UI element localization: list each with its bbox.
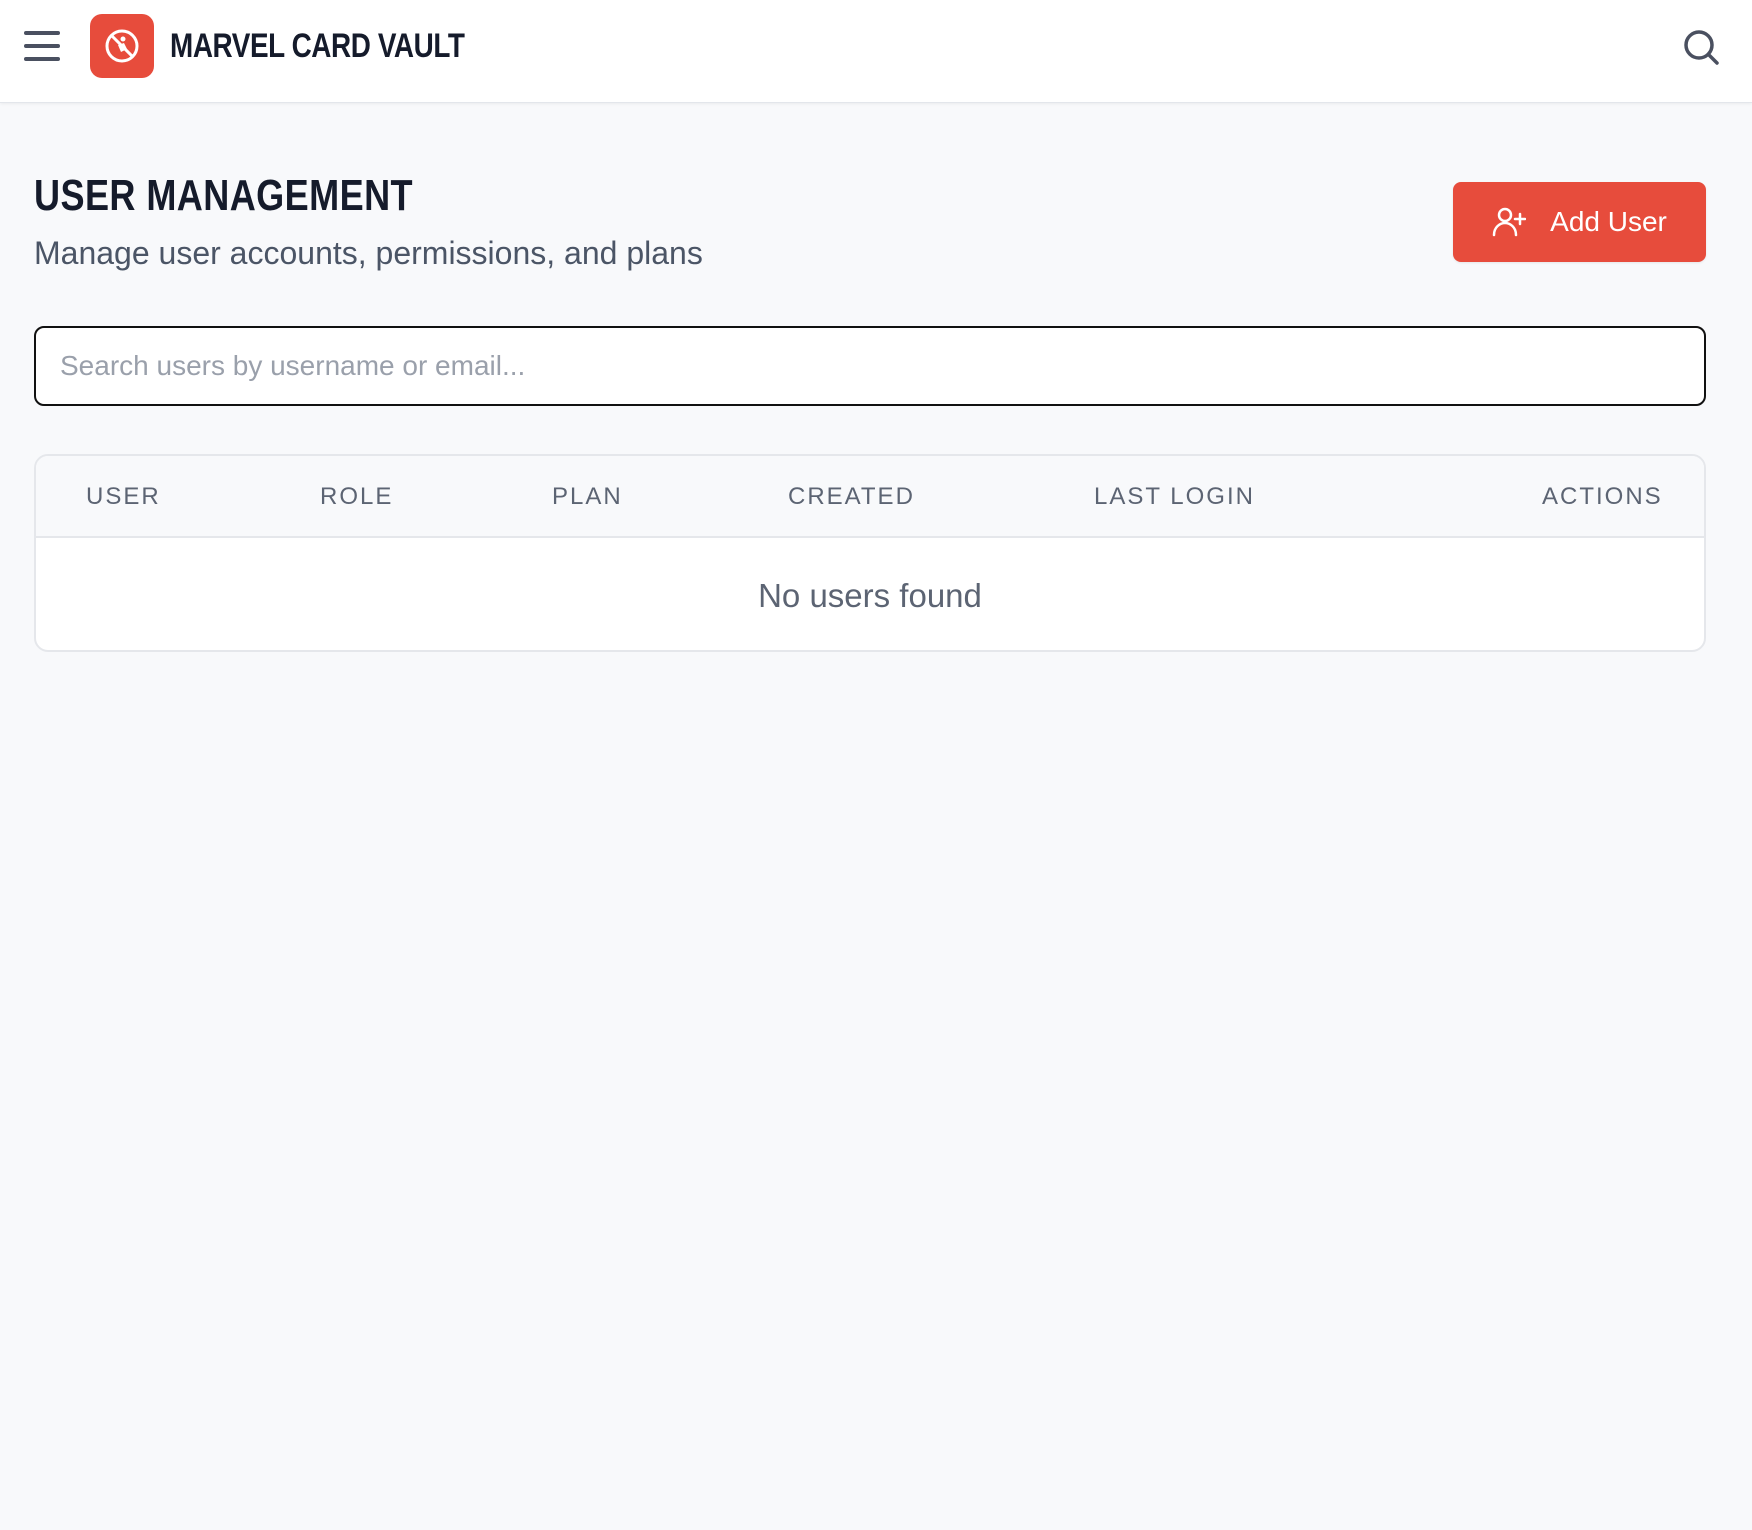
column-header-actions: ACTIONS (1542, 483, 1663, 510)
page-subtitle: Manage user accounts, permissions, and p… (34, 235, 703, 271)
table-header: USER ROLE PLAN CREATED LAST LOGIN ACTION… (36, 456, 1704, 538)
brand-title[interactable]: MARVEL CARD VAULT (170, 24, 465, 68)
app-logo[interactable] (90, 14, 154, 78)
search-icon[interactable] (1680, 26, 1722, 68)
add-user-label: Add User (1550, 206, 1667, 237)
empty-state-message: No users found (758, 577, 982, 614)
column-header-last-login[interactable]: LAST LOGIN (1094, 456, 1255, 538)
column-header-created[interactable]: CREATED (788, 456, 915, 538)
user-plus-icon (1492, 207, 1527, 237)
page-title: USER MANAGEMENT (34, 171, 413, 220)
top-navbar: MARVEL CARD VAULT (0, 0, 1752, 103)
hamburger-menu-icon[interactable] (22, 28, 62, 64)
user-search-input[interactable] (34, 326, 1706, 406)
column-header-role[interactable]: ROLE (320, 456, 393, 538)
column-header-plan[interactable]: PLAN (552, 456, 623, 538)
users-table: USER ROLE PLAN CREATED LAST LOGIN ACTION… (34, 454, 1706, 652)
no-symbol-logo-icon (105, 29, 139, 63)
add-user-button[interactable]: Add User (1453, 182, 1706, 262)
column-header-user[interactable]: USER (86, 456, 161, 538)
